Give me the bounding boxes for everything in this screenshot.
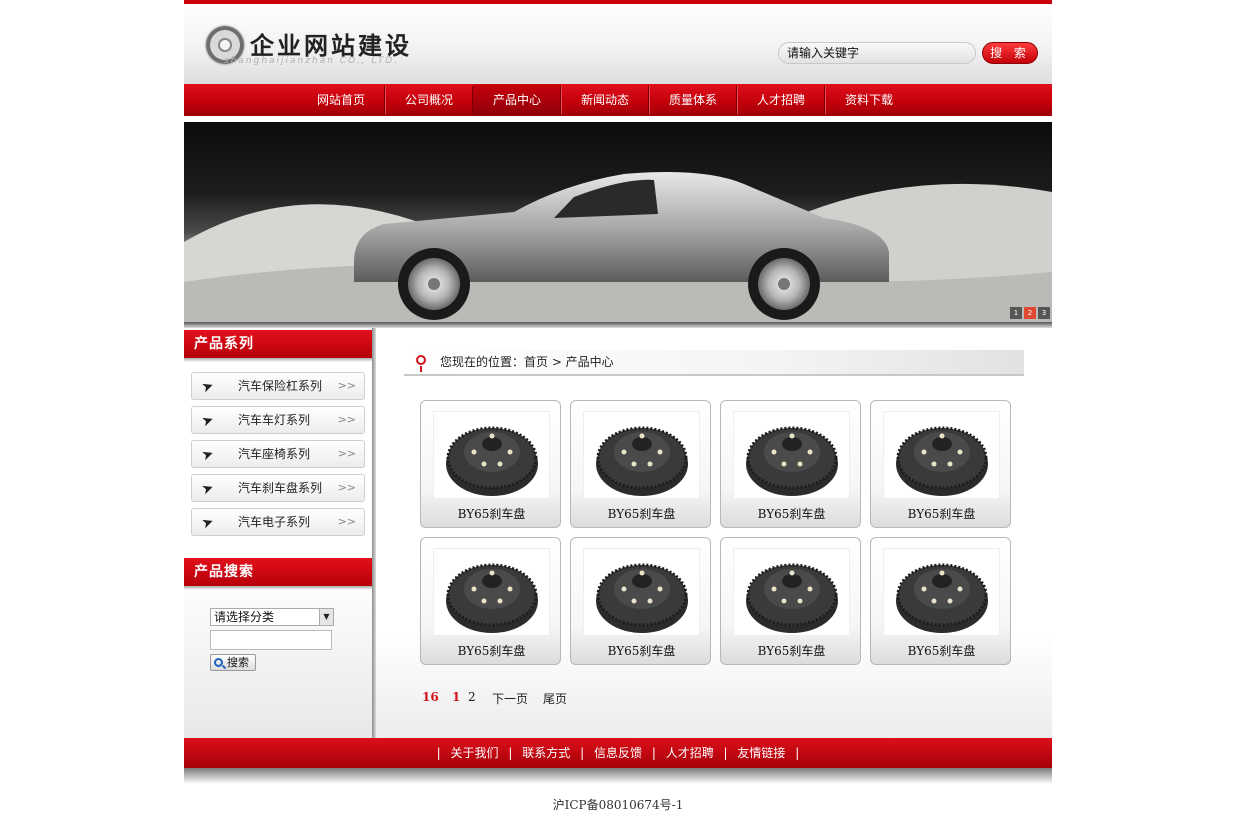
category-label: 汽车车灯系列 — [238, 413, 311, 427]
breadcrumb: 您现在的位置：首页 > 产品中心 — [404, 350, 1024, 376]
brake-disc-image[interactable] — [883, 411, 1000, 499]
brake-disc-image[interactable] — [883, 548, 1000, 636]
search-button[interactable]: 搜 索 — [982, 42, 1038, 64]
product-card[interactable]: BY65刹车盘 — [870, 537, 1011, 665]
category-select[interactable]: 请选择分类 ▼ — [210, 608, 334, 626]
pager-last[interactable]: 尾页 — [543, 690, 567, 707]
double-chevron-icon: >> — [337, 515, 356, 528]
footer-shadow — [184, 768, 1052, 784]
banner-dot-2[interactable]: 2 — [1024, 307, 1036, 319]
location-pin-icon — [416, 355, 426, 372]
arrow-icon: ➤ — [199, 377, 217, 397]
hero-banner[interactable]: 1 2 3 — [184, 122, 1052, 322]
brake-disc-image[interactable] — [733, 411, 850, 499]
site-header: 企业网站建设 shanghaijianzhan CO., LTD. 请输入关键字… — [184, 4, 1052, 84]
product-card[interactable]: BY65刹车盘 — [420, 537, 561, 665]
footer-link-feedback[interactable]: 信息反馈 — [594, 746, 642, 760]
double-chevron-icon: >> — [337, 379, 356, 392]
search-icon — [214, 658, 223, 667]
footer-separator: | — [580, 746, 585, 760]
car-banner-image — [184, 171, 1052, 322]
banner-dot-1[interactable]: 1 — [1010, 307, 1022, 319]
product-card[interactable]: BY65刹车盘 — [720, 400, 861, 528]
product-card[interactable]: BY65刹车盘 — [570, 400, 711, 528]
product-name[interactable]: BY65刹车盘 — [571, 505, 712, 522]
nav-item-about[interactable]: 公司概况 — [385, 84, 473, 116]
nav-item-news[interactable]: 新闻动态 — [561, 84, 649, 116]
footer-link-friends[interactable]: 友情链接 — [737, 746, 785, 760]
category-label: 汽车保险杠系列 — [238, 379, 323, 393]
keyword-search-input[interactable]: 请输入关键字 — [778, 42, 976, 64]
nav-item-jobs[interactable]: 人才招聘 — [737, 84, 825, 116]
product-card[interactable]: BY65刹车盘 — [870, 400, 1011, 528]
pager-total: 16 — [422, 690, 439, 704]
pager-next[interactable]: 下一页 — [492, 690, 528, 707]
footer-separator: | — [651, 746, 656, 760]
sidebar-item-seats[interactable]: ➤ 汽车座椅系列 >> — [191, 440, 365, 468]
footer-link-contact[interactable]: 联系方式 — [522, 746, 570, 760]
arrow-icon: ➤ — [199, 513, 217, 533]
product-name[interactable]: BY65刹车盘 — [421, 642, 562, 659]
footer-links-bar: | 关于我们 | 联系方式 | 信息反馈 | 人才招聘 | 友情链接 | — [184, 738, 1052, 768]
footer-link-about[interactable]: 关于我们 — [451, 746, 499, 760]
brake-disc-image[interactable] — [583, 411, 700, 499]
main-nav: 网站首页 公司概况 产品中心 新闻动态 质量体系 人才招聘 资料下载 — [184, 84, 1052, 116]
nav-item-quality[interactable]: 质量体系 — [649, 84, 737, 116]
page: 企业网站建设 shanghaijianzhan CO., LTD. 请输入关键字… — [184, 0, 1052, 838]
arrow-icon: ➤ — [199, 411, 217, 431]
product-card[interactable]: BY65刹车盘 — [570, 537, 711, 665]
category-label: 汽车电子系列 — [238, 515, 311, 529]
sidebar-item-electronics[interactable]: ➤ 汽车电子系列 >> — [191, 508, 365, 536]
sidebar-item-bumper[interactable]: ➤ 汽车保险杠系列 >> — [191, 372, 365, 400]
nav-item-home[interactable]: 网站首页 — [297, 84, 385, 116]
footer-separator: | — [436, 746, 441, 760]
product-search-title: 产品搜索 — [184, 558, 372, 590]
brake-disc-image[interactable] — [733, 548, 850, 636]
left-sidebar: 产品系列 ➤ 汽车保险杠系列 >> ➤ 汽车车灯系列 >> ➤ 汽车座椅系列 >… — [184, 328, 372, 738]
logo-subtitle: shanghaijianzhan CO., LTD. — [224, 56, 400, 66]
brake-disc-image[interactable] — [583, 548, 700, 636]
nav-item-downloads[interactable]: 资料下载 — [825, 84, 913, 116]
product-search-button[interactable]: 搜索 — [210, 654, 256, 671]
pager-page-1[interactable]: 1 — [452, 690, 460, 704]
main-content: 您现在的位置：首页 > 产品中心 BY65刹车盘 BY65刹车盘 BY65刹车盘 BY… — [376, 328, 1052, 738]
category-label: 汽车座椅系列 — [238, 447, 311, 461]
product-name[interactable]: BY65刹车盘 — [871, 505, 1012, 522]
sidebar-item-lights[interactable]: ➤ 汽车车灯系列 >> — [191, 406, 365, 434]
breadcrumb-text: 您现在的位置：首页 > 产品中心 — [440, 355, 614, 369]
product-name[interactable]: BY65刹车盘 — [721, 505, 862, 522]
pager-page-2[interactable]: 2 — [468, 690, 476, 704]
double-chevron-icon: >> — [337, 413, 356, 426]
footer-separator: | — [508, 746, 513, 760]
sidebar-item-brakes[interactable]: ➤ 汽车刹车盘系列 >> — [191, 474, 365, 502]
product-card[interactable]: BY65刹车盘 — [720, 537, 861, 665]
chevron-down-icon[interactable]: ▼ — [319, 609, 333, 625]
arrow-icon: ➤ — [199, 445, 217, 465]
product-card[interactable]: BY65刹车盘 — [420, 400, 561, 528]
product-name[interactable]: BY65刹车盘 — [421, 505, 562, 522]
category-section-title: 产品系列 — [184, 330, 372, 362]
brake-disc-image[interactable] — [433, 548, 550, 636]
category-label: 汽车刹车盘系列 — [238, 481, 323, 495]
product-name[interactable]: BY65刹车盘 — [571, 642, 712, 659]
arrow-icon: ➤ — [199, 479, 217, 499]
double-chevron-icon: >> — [337, 481, 356, 494]
product-keyword-input[interactable] — [210, 630, 332, 650]
nav-item-products[interactable]: 产品中心 — [473, 84, 561, 116]
brake-disc-image[interactable] — [433, 411, 550, 499]
double-chevron-icon: >> — [337, 447, 356, 460]
product-name[interactable]: BY65刹车盘 — [721, 642, 862, 659]
footer-separator: | — [795, 746, 800, 760]
product-name[interactable]: BY65刹车盘 — [871, 642, 1012, 659]
banner-dot-3[interactable]: 3 — [1038, 307, 1050, 319]
product-search-button-label: 搜索 — [227, 656, 249, 669]
category-select-value: 请选择分类 — [214, 610, 275, 624]
footer-separator: | — [723, 746, 728, 760]
banner-pagination: 1 2 3 — [1010, 307, 1050, 319]
icp-license: 沪ICP备08010674号-1 — [552, 798, 684, 812]
footer-link-jobs[interactable]: 人才招聘 — [666, 746, 714, 760]
